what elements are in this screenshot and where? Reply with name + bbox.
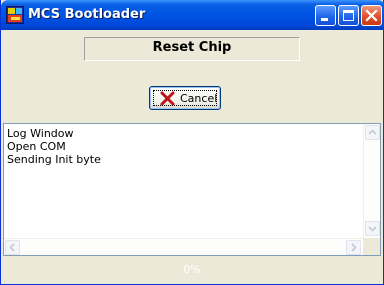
minimize-button[interactable] [315, 5, 336, 26]
horizontal-scrollbar[interactable] [4, 238, 363, 255]
title-bar[interactable]: MCS Bootloader [1, 0, 384, 30]
log-line: Log Window [7, 127, 74, 140]
window-title: MCS Bootloader [28, 7, 146, 22]
log-lines: Log Window Open COM Sending Init byte [7, 127, 101, 166]
log-line: Sending Init byte [7, 153, 101, 166]
close-button[interactable] [361, 5, 382, 26]
scroll-down-button[interactable] [365, 221, 380, 236]
status-panel: Reset Chip [84, 37, 300, 61]
arrow-right-icon [351, 243, 357, 252]
progress-bar: 0% [1, 260, 383, 280]
cancel-button[interactable]: Cancel [149, 86, 221, 110]
red-x-icon [160, 91, 175, 106]
cancel-button-label: Cancel [180, 92, 218, 105]
maximize-button[interactable] [338, 5, 359, 26]
close-icon [365, 9, 378, 22]
progress-text: 0% [183, 263, 201, 276]
vertical-scrollbar[interactable] [363, 124, 380, 238]
minimize-icon [321, 18, 328, 21]
scroll-up-button[interactable] [365, 125, 380, 140]
log-window[interactable]: Log Window Open COM Sending Init byte [3, 123, 381, 256]
arrow-left-icon [9, 243, 15, 252]
mcs-app-icon[interactable] [6, 6, 24, 24]
arrow-up-icon [368, 129, 377, 135]
arrow-down-icon [368, 226, 377, 232]
status-panel-text: Reset Chip [152, 40, 232, 55]
scroll-left-button[interactable] [5, 240, 20, 255]
log-line: Open COM [7, 140, 66, 153]
maximize-icon [343, 10, 354, 21]
app-window: MCS Bootloader Reset Chip Cancel Log Win… [0, 0, 384, 285]
scrollbar-corner [363, 238, 380, 255]
scroll-right-button[interactable] [346, 240, 361, 255]
